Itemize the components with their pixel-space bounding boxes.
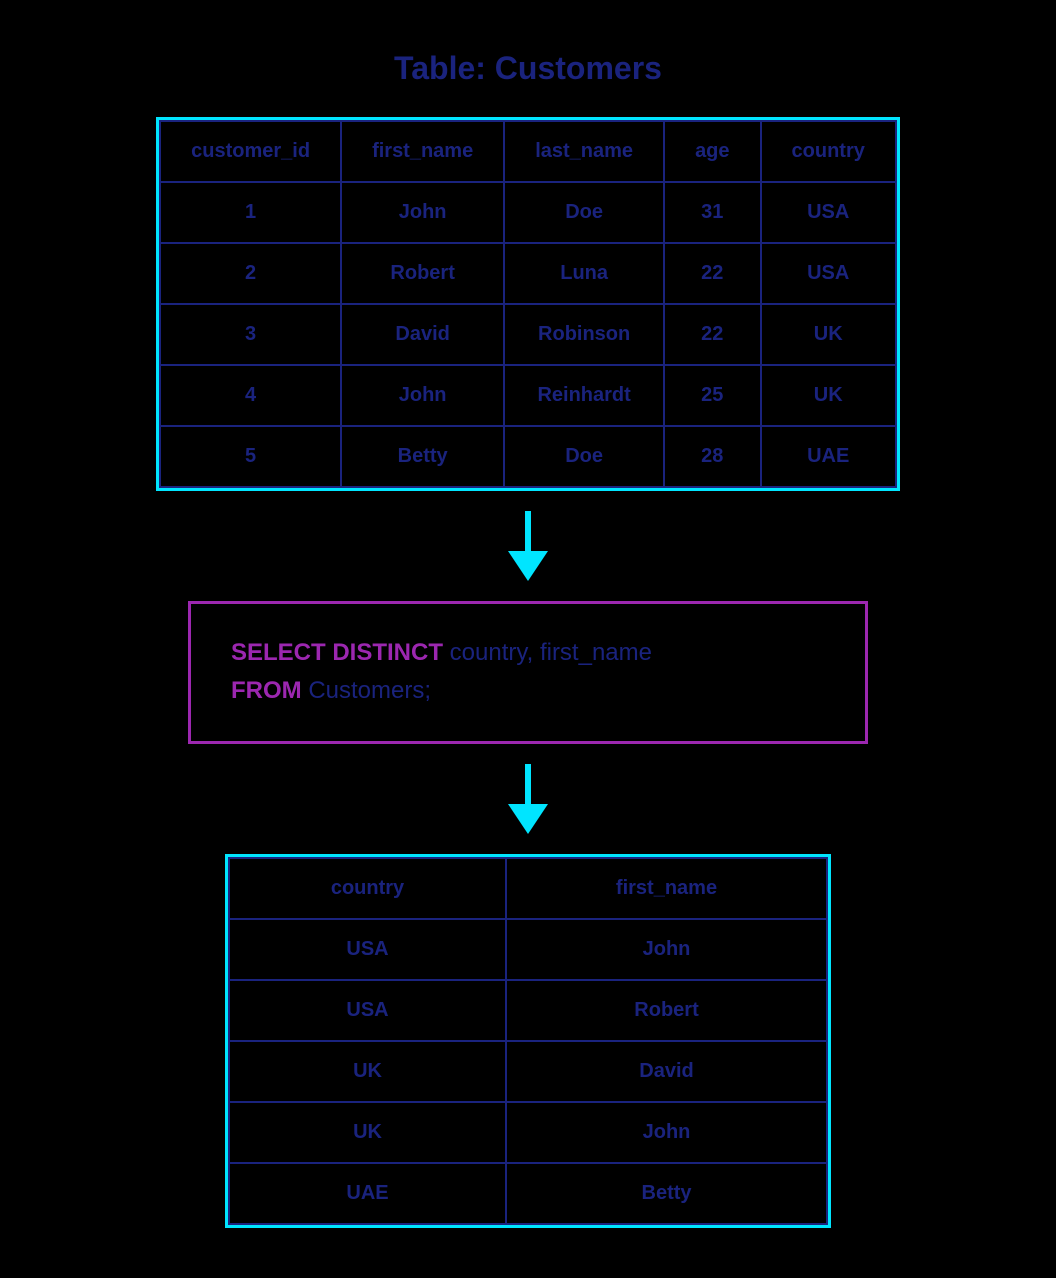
table-cell: John xyxy=(341,365,504,426)
sql-query-box: SELECT DISTINCT country, first_name FROM… xyxy=(188,601,868,744)
table-cell: Robinson xyxy=(504,304,664,365)
table-cell: 22 xyxy=(664,304,760,365)
sql-keyword-from: FROM xyxy=(231,677,302,704)
page-title: Table: Customers xyxy=(394,50,662,87)
arrow-head-1 xyxy=(508,551,548,581)
table-cell: UK xyxy=(761,304,896,365)
table-cell: 22 xyxy=(664,243,760,304)
result-row: USAJohn xyxy=(229,919,827,980)
customers-table: customer_id first_name last_name age cou… xyxy=(159,120,897,488)
table-cell: 1 xyxy=(160,182,341,243)
result-cell: Betty xyxy=(506,1163,827,1224)
result-col-header-first-name: first_name xyxy=(506,858,827,919)
table-cell: USA xyxy=(761,243,896,304)
col-header-customer-id: customer_id xyxy=(160,121,341,182)
result-row: UKDavid xyxy=(229,1041,827,1102)
table-row: 4JohnReinhardt25UK xyxy=(160,365,896,426)
result-header-row: country first_name xyxy=(229,858,827,919)
result-cell: John xyxy=(506,919,827,980)
table-cell: Doe xyxy=(504,182,664,243)
result-row: UKJohn xyxy=(229,1102,827,1163)
sql-text-columns: country, first_name xyxy=(443,639,652,666)
result-cell: UK xyxy=(229,1102,506,1163)
table-cell: 2 xyxy=(160,243,341,304)
arrow-shaft-2 xyxy=(525,764,531,804)
table-cell: Robert xyxy=(341,243,504,304)
result-cell: USA xyxy=(229,919,506,980)
table-cell: UK xyxy=(761,365,896,426)
table-row: 1JohnDoe31USA xyxy=(160,182,896,243)
result-cell: UAE xyxy=(229,1163,506,1224)
result-cell: UK xyxy=(229,1041,506,1102)
result-cell: John xyxy=(506,1102,827,1163)
arrow-head-2 xyxy=(508,804,548,834)
table-cell: 3 xyxy=(160,304,341,365)
table-cell: USA xyxy=(761,182,896,243)
table-cell: UAE xyxy=(761,426,896,487)
top-table-container: customer_id first_name last_name age cou… xyxy=(156,117,900,491)
col-header-first-name: first_name xyxy=(341,121,504,182)
result-table: country first_name USAJohnUSARobertUKDav… xyxy=(228,857,828,1225)
table-cell: Doe xyxy=(504,426,664,487)
col-header-age: age xyxy=(664,121,760,182)
table-row: 2RobertLuna22USA xyxy=(160,243,896,304)
result-cell: USA xyxy=(229,980,506,1041)
table-cell: Luna xyxy=(504,243,664,304)
col-header-country: country xyxy=(761,121,896,182)
table-cell: 28 xyxy=(664,426,760,487)
table-row: 3DavidRobinson22UK xyxy=(160,304,896,365)
arrow-2 xyxy=(508,764,548,834)
sql-text-table: Customers; xyxy=(302,677,431,704)
table-header-row: customer_id first_name last_name age cou… xyxy=(160,121,896,182)
table-cell: David xyxy=(341,304,504,365)
table-cell: Betty xyxy=(341,426,504,487)
sql-keyword-select: SELECT DISTINCT xyxy=(231,639,443,666)
table-cell: 31 xyxy=(664,182,760,243)
result-cell: Robert xyxy=(506,980,827,1041)
arrow-1 xyxy=(508,511,548,581)
table-cell: 25 xyxy=(664,365,760,426)
table-cell: 5 xyxy=(160,426,341,487)
result-row: UAEBetty xyxy=(229,1163,827,1224)
sql-line-1: SELECT DISTINCT country, first_name xyxy=(231,634,825,672)
table-cell: John xyxy=(341,182,504,243)
table-row: 5BettyDoe28UAE xyxy=(160,426,896,487)
arrow-shaft-1 xyxy=(525,511,531,551)
col-header-last-name: last_name xyxy=(504,121,664,182)
result-col-header-country: country xyxy=(229,858,506,919)
sql-line-2: FROM Customers; xyxy=(231,672,825,710)
table-cell: Reinhardt xyxy=(504,365,664,426)
result-cell: David xyxy=(506,1041,827,1102)
result-row: USARobert xyxy=(229,980,827,1041)
bottom-table-container: country first_name USAJohnUSARobertUKDav… xyxy=(225,854,831,1228)
table-cell: 4 xyxy=(160,365,341,426)
